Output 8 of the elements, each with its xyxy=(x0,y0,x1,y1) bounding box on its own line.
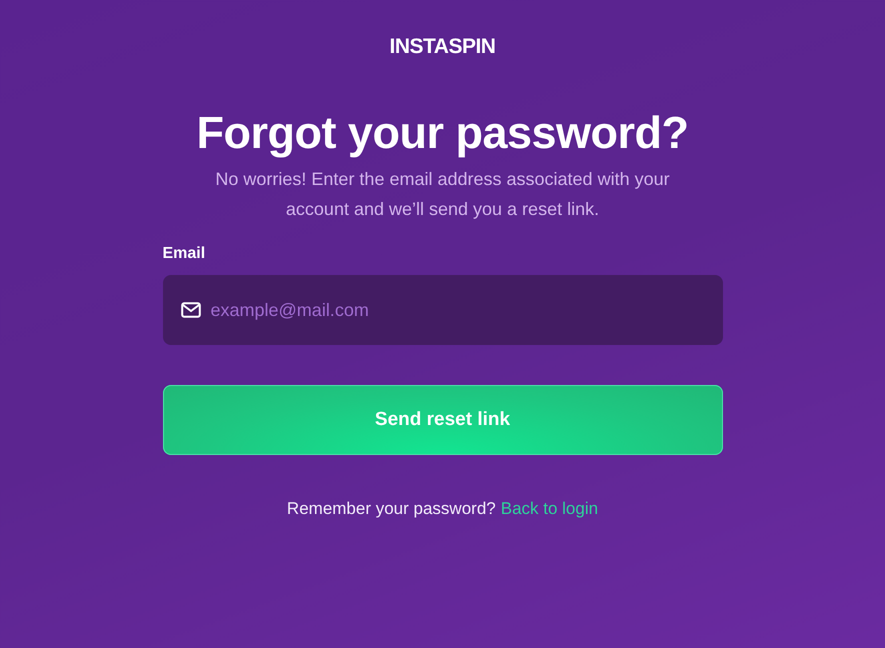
instructions-text: No worries! Enter the email address associated with your account and we’ll send you a reset link. xyxy=(214,168,671,221)
field-label: Email xyxy=(162,244,206,264)
footer-text: Remember your password? xyxy=(286,499,496,519)
page-title: Forgot your password? xyxy=(196,106,688,160)
email-field[interactable]: example@mail.com xyxy=(162,275,722,345)
mail-icon xyxy=(180,302,200,318)
back-to-login-link[interactable]: Back to login xyxy=(500,499,598,519)
logo: INSTASPIN xyxy=(390,34,496,60)
